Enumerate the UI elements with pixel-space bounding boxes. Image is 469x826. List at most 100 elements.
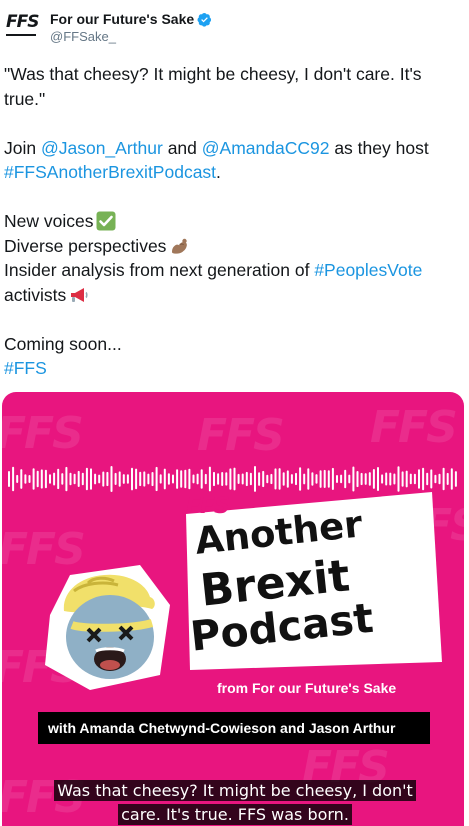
waveform-bar — [200, 469, 203, 489]
waveform-bar — [237, 473, 240, 484]
waveform-bar — [446, 472, 449, 485]
waveform-bar — [442, 467, 445, 491]
account-handle[interactable]: @FFSake_ — [50, 29, 116, 44]
waveform-bar — [24, 474, 27, 484]
waveform-bar — [213, 471, 215, 487]
check-mark-button-icon — [96, 211, 116, 231]
waveform-bar — [254, 466, 256, 492]
waveform-bar — [53, 472, 56, 486]
waveform-bar — [434, 474, 437, 484]
waveform-bar — [381, 474, 384, 484]
waveform-bar — [295, 472, 297, 486]
waveform-bar — [204, 473, 207, 485]
avatar[interactable]: FFS — [6, 13, 40, 39]
video-caption: Was that cheesy? It might be cheesy, I d… — [45, 779, 425, 826]
waveform-bar — [278, 468, 281, 490]
period-text: . — [216, 162, 221, 182]
waveform-bar — [65, 466, 68, 492]
waveform-bar — [360, 472, 363, 486]
join-mid-text: and — [162, 137, 202, 158]
waveform-bar — [397, 466, 400, 492]
waveform-bar — [438, 473, 441, 485]
activists-line: activists — [4, 283, 464, 308]
display-name-text: For our Future's Sake — [50, 11, 195, 27]
waveform-bar — [348, 474, 351, 484]
waveform-bar — [315, 474, 318, 484]
waveform-bar — [393, 473, 396, 485]
ffs-logo-small: FFS — [186, 494, 230, 519]
waveform-bar — [188, 468, 191, 490]
hashtag-line: #FFSAnotherBrexitPodcast. — [4, 160, 464, 185]
new-voices-text: New voices — [4, 211, 94, 231]
waveform-bar — [106, 471, 109, 487]
waveform-bar — [368, 472, 371, 486]
background-logo-watermark: FFS — [2, 408, 84, 459]
waveform-bar — [430, 469, 433, 489]
hashtag-ffs[interactable]: #FFS — [4, 358, 47, 378]
waveform-bar — [90, 468, 92, 490]
hashtag-peoplesvote[interactable]: #PeoplesVote — [314, 260, 422, 280]
display-name[interactable]: For our Future's Sake — [50, 11, 212, 27]
waveform-bar — [225, 472, 228, 486]
insider-analysis-text: Insider analysis from next generation of — [4, 260, 315, 280]
waveform-bar — [85, 467, 88, 491]
waveform-bar — [340, 474, 343, 484]
waveform-bar — [233, 467, 236, 491]
waveform-bar — [135, 468, 138, 490]
waveform-bar — [245, 471, 248, 487]
list-item-new-voices: New voices — [4, 209, 464, 234]
waveform-bar — [221, 472, 224, 486]
list-item-insider-analysis: Insider analysis from next generation of… — [4, 258, 464, 283]
mention-amandacc92[interactable]: @AmandaCC92 — [202, 138, 330, 158]
waveform-bar — [110, 466, 113, 492]
waveform-bar — [426, 472, 429, 486]
waveform-bar — [385, 472, 388, 486]
tweet-header: FFS For our Future's Sake @FFSake_ — [0, 0, 469, 52]
waveform-bar — [249, 472, 252, 486]
waveform-bar — [274, 468, 277, 490]
waveform-bar — [401, 471, 404, 487]
waveform-bar — [81, 472, 84, 486]
waveform-bar — [389, 472, 392, 486]
waveform-bar — [61, 473, 64, 485]
audio-waveform — [8, 466, 457, 492]
waveform-bar — [262, 470, 265, 488]
waveform-bar — [311, 472, 314, 486]
waveform-bar — [184, 469, 187, 489]
waveform-bar — [336, 475, 338, 483]
waveform-bar — [122, 474, 125, 484]
quote-line-2: true." — [4, 88, 46, 109]
waveform-bar — [32, 468, 35, 490]
waveform-bar — [155, 466, 158, 492]
hashtag-ffs-line: #FFS — [4, 356, 464, 381]
verified-badge-icon — [197, 13, 212, 27]
caption-line-1: Was that cheesy? It might be cheesy, I d… — [54, 780, 416, 801]
tweet-text: "Was that cheesy? It might be cheesy, I … — [4, 62, 464, 381]
waveform-bar — [94, 473, 97, 485]
waveform-bar — [102, 471, 105, 487]
waveform-bar — [163, 468, 166, 490]
mention-jason-arthur[interactable]: @Jason_Arthur — [41, 138, 163, 158]
waveform-bar — [44, 469, 47, 489]
waveform-bar — [303, 473, 306, 485]
waveform-bar — [217, 473, 220, 485]
hosts-banner: with Amanda Chetwynd-Cowieson and Jason … — [38, 712, 430, 744]
waveform-bar — [405, 470, 408, 488]
waveform-bar — [331, 467, 334, 490]
flexed-biceps-icon — [172, 238, 188, 254]
waveform-bar — [49, 474, 51, 484]
join-line: Join @Jason_Arthur and @AmandaCC92 as th… — [4, 136, 464, 161]
waveform-bar — [377, 467, 379, 491]
coming-soon-text: Coming soon... — [4, 333, 122, 354]
quote-line-1: "Was that cheesy? It might be cheesy, I … — [4, 64, 422, 84]
waveform-bar — [258, 472, 261, 486]
waveform-bar — [286, 470, 289, 488]
waveform-bar — [270, 473, 273, 485]
avatar-underline — [6, 34, 36, 36]
waveform-bar — [319, 470, 322, 488]
avatar-logo-text: FFS — [6, 12, 39, 32]
waveform-bar — [282, 472, 285, 486]
waveform-bar — [12, 466, 15, 492]
hashtag-ffsanotherbrexitpodcast[interactable]: #FFSAnotherBrexitPodcast — [4, 162, 216, 182]
waveform-bar — [167, 473, 170, 485]
